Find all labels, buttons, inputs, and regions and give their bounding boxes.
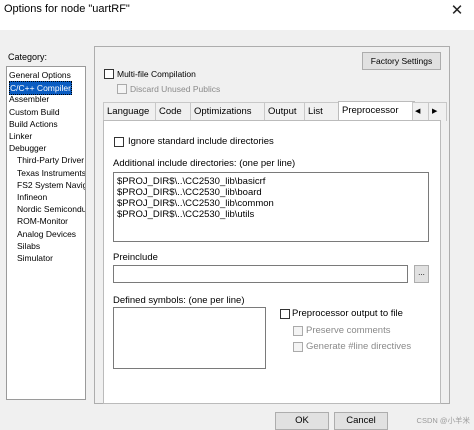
category-item[interactable]: Linker — [9, 130, 32, 142]
category-item[interactable]: Assembler — [9, 93, 49, 105]
category-item[interactable]: Third-Party Driver — [17, 154, 84, 166]
tab-optimizations[interactable]: Optimizations — [190, 102, 267, 121]
cancel-button[interactable]: Cancel — [334, 412, 388, 430]
generate-line-label: Generate #line directives — [306, 341, 412, 352]
tab-code[interactable]: Code — [155, 102, 193, 121]
category-item[interactable]: Custom Build — [9, 106, 60, 118]
tab-output[interactable]: Output — [264, 102, 307, 121]
multifile-checkbox[interactable] — [104, 69, 114, 79]
tab-preprocessor[interactable]: Preprocessor — [338, 101, 415, 122]
pp-output-label: Preprocessor output to file — [292, 308, 403, 319]
category-item[interactable]: Infineon — [17, 191, 47, 203]
category-item[interactable]: Build Actions — [9, 118, 58, 130]
defined-symbols-field[interactable] — [113, 307, 266, 369]
category-item[interactable]: FS2 System Navig... — [17, 179, 85, 191]
tab-language[interactable]: Language — [103, 102, 158, 121]
ignore-std-label: Ignore standard include directories — [128, 136, 274, 147]
tab-bar: Language Code Optimizations Output List … — [103, 101, 447, 122]
window-title: Options for node "uartRF" — [4, 3, 130, 15]
ignore-std-checkbox[interactable] — [114, 137, 124, 147]
tab-scroll-right-icon[interactable]: ▶ — [428, 102, 447, 121]
category-item[interactable]: Silabs — [17, 240, 40, 252]
factory-settings-button[interactable]: Factory Settings — [362, 52, 441, 70]
include-dirs-label: Additional include directories: (one per… — [113, 158, 296, 169]
category-item[interactable]: General Options — [9, 69, 71, 81]
watermark: CSDN @小羊米 — [416, 416, 470, 425]
preinclude-label: Preinclude — [113, 252, 158, 263]
category-item[interactable]: ROM-Monitor — [17, 215, 68, 227]
generate-line-checkbox — [293, 342, 303, 352]
preinclude-browse-button[interactable]: ... — [414, 265, 429, 283]
preserve-comments-label: Preserve comments — [306, 325, 391, 336]
category-label: Category: — [8, 52, 48, 62]
discard-unused-checkbox — [117, 84, 127, 94]
defined-symbols-label: Defined symbols: (one per line) — [113, 295, 245, 306]
category-list[interactable]: General Options C/C++ Compiler Assembler Cu… — [6, 66, 86, 400]
discard-unused-label: Discard Unused Publics — [130, 84, 221, 94]
preserve-comments-checkbox — [293, 326, 303, 336]
multifile-label: Multi-file Compilation — [117, 69, 196, 79]
category-item[interactable]: Nordic Semiconduc — [17, 203, 85, 215]
category-item[interactable]: Simulator — [17, 252, 53, 264]
include-dirs-text: $PROJ_DIR$\..\CC2530_lib\basicrf $PROJ_D… — [117, 176, 274, 220]
include-dirs-field[interactable]: $PROJ_DIR$\..\CC2530_lib\basicrf $PROJ_D… — [113, 172, 429, 242]
ok-button[interactable]: OK — [275, 412, 329, 430]
category-item[interactable]: Debugger — [9, 142, 46, 154]
title-bar: Options for node "uartRF" ✕ — [0, 0, 474, 30]
close-icon[interactable]: ✕ — [446, 0, 468, 22]
category-item[interactable]: Analog Devices — [17, 228, 76, 240]
category-item[interactable]: Texas Instruments — [17, 167, 85, 179]
pp-output-checkbox[interactable] — [280, 309, 290, 319]
preinclude-input[interactable] — [113, 265, 408, 283]
tab-list[interactable]: List — [304, 102, 341, 121]
